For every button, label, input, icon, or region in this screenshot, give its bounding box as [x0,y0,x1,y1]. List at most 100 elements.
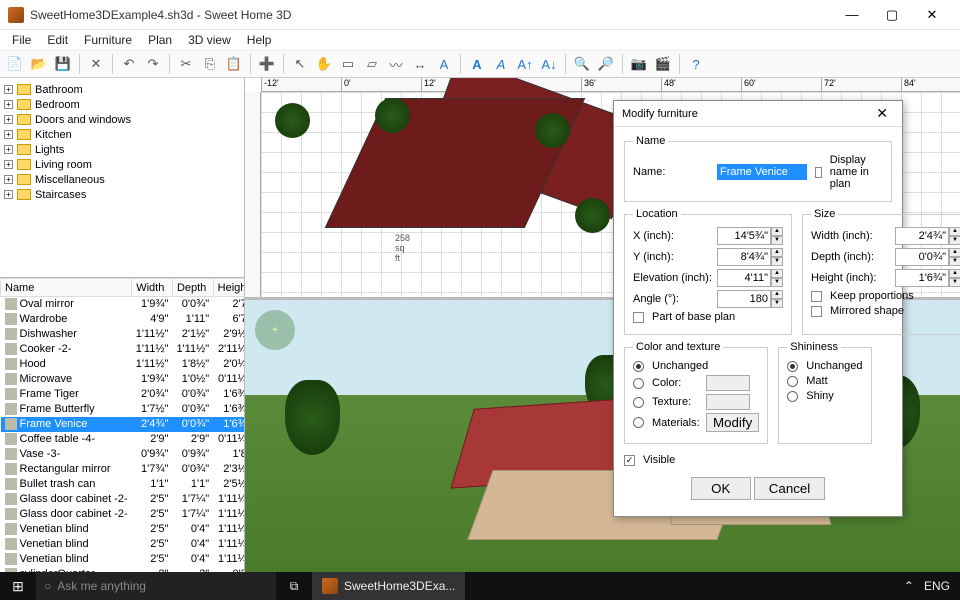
decrease-text-icon[interactable]: A↓ [538,53,560,75]
create-rooms-icon[interactable]: ▱ [361,53,383,75]
tree-node[interactable]: +Doors and windows [4,112,240,127]
keep-proportions-checkbox[interactable] [811,291,822,302]
create-text-icon[interactable]: A [433,53,455,75]
undo-icon[interactable]: ↶ [118,53,140,75]
col-name[interactable]: Name [1,279,132,297]
pan-icon[interactable]: ✋ [313,53,335,75]
tree-node[interactable]: +Living room [4,157,240,172]
table-row[interactable]: Bullet trash can1'1"1'1"2'5½"✓ [1,477,245,492]
expander-icon[interactable]: + [4,115,13,124]
task-view-icon[interactable]: ⧉ [276,579,312,594]
x-spinner[interactable]: ▲▼ [771,227,783,245]
start-button[interactable]: ⊞ [0,578,36,595]
tree-node[interactable]: +Staircases [4,187,240,202]
table-row[interactable]: Microwave1'9¾"1'0½"0'11¼"✓ [1,372,245,387]
texture-swatch-button[interactable] [706,394,750,410]
table-row[interactable]: Dishwasher1'11½"2'1½"2'9½"✓ [1,327,245,342]
dialog-close-icon[interactable]: ✕ [870,105,894,122]
table-row[interactable]: Venetian blind2'5"0'4"1'11¼"✓ [1,552,245,567]
menu-file[interactable]: File [4,31,39,49]
table-row[interactable]: Oval mirror1'9¾"0'0¾"2'7"✓ [1,297,245,312]
zoom-in-icon[interactable]: 🔍 [571,53,593,75]
table-row[interactable]: Frame Butterfly1'7½"0'0¾"1'6¾"✓ [1,402,245,417]
3d-navigation-control[interactable]: ✦ [255,310,295,350]
menu-furniture[interactable]: Furniture [76,31,140,49]
angle-spinner[interactable]: ▲▼ [771,290,783,308]
elevation-spinner[interactable]: ▲▼ [771,269,783,287]
table-row[interactable]: Vase -3-0'9¾"0'9¾"1'8"✓ [1,447,245,462]
expander-icon[interactable]: + [4,85,13,94]
ok-button[interactable]: OK [691,477,751,500]
base-plan-checkbox[interactable] [633,312,644,323]
table-row[interactable]: Venetian blind2'5"0'4"1'11¼"✓ [1,537,245,552]
tray-lang[interactable]: ENG [924,579,950,593]
shininess-unchanged-radio[interactable] [787,361,798,372]
expander-icon[interactable]: + [4,130,13,139]
menu-edit[interactable]: Edit [39,31,76,49]
furniture-list[interactable]: Name Width Depth Height Visible Oval mir… [0,278,244,572]
save-icon[interactable]: 💾 [52,53,74,75]
menu-plan[interactable]: Plan [140,31,180,49]
cut-icon[interactable]: ✂ [175,53,197,75]
tree-node[interactable]: +Kitchen [4,127,240,142]
table-row[interactable]: Frame Tiger2'0¾"0'0¾"1'6¾"✓ [1,387,245,402]
width-spinner[interactable]: ▲▼ [949,227,960,245]
paste-icon[interactable]: 📋 [223,53,245,75]
y-spinner[interactable]: ▲▼ [771,248,783,266]
open-icon[interactable]: 📂 [28,53,50,75]
create-dimensions-icon[interactable]: ↔ [409,53,431,75]
table-row[interactable]: Glass door cabinet -2-2'5"1'7¼"1'11¼"✓ [1,492,245,507]
height-input[interactable] [895,269,949,287]
cancel-button[interactable]: Cancel [754,477,826,500]
create-walls-icon[interactable]: ▭ [337,53,359,75]
shiny-radio[interactable] [787,391,798,402]
video-icon[interactable]: 🎬 [652,53,674,75]
minimize-button[interactable]: — [832,3,872,27]
expander-icon[interactable]: + [4,190,13,199]
expander-icon[interactable]: + [4,160,13,169]
new-icon[interactable]: 📄 [4,53,26,75]
matt-radio[interactable] [787,376,798,387]
width-input[interactable] [895,227,949,245]
col-depth[interactable]: Depth [172,279,213,297]
table-row[interactable]: Coffee table -4-2'9"2'9"0'11¼"✓ [1,432,245,447]
dialog-titlebar[interactable]: Modify furniture ✕ [614,101,902,127]
color-radio[interactable] [633,378,644,389]
text-italic-icon[interactable]: A [490,53,512,75]
y-input[interactable] [717,248,771,266]
color-swatch-button[interactable] [706,375,750,391]
expander-icon[interactable]: + [4,100,13,109]
col-width[interactable]: Width [132,279,173,297]
x-input[interactable] [717,227,771,245]
table-row[interactable]: Cooker -2-1'11½"1'11½"2'11¼"✓ [1,342,245,357]
height-spinner[interactable]: ▲▼ [949,269,960,287]
menu-3dview[interactable]: 3D view [180,31,239,49]
close-window-button[interactable]: ✕ [912,3,952,27]
visible-checkbox[interactable]: ✓ [624,455,635,466]
table-row[interactable]: Frame Venice2'4¾"0'0¾"1'6¾"✓ [1,417,245,432]
angle-input[interactable] [717,290,771,308]
mirrored-checkbox[interactable] [811,306,822,317]
tray-chevron-icon[interactable]: ⌃ [904,579,914,593]
tree-node[interactable]: +Lights [4,142,240,157]
tree-node[interactable]: +Bedroom [4,97,240,112]
expander-icon[interactable]: + [4,145,13,154]
table-row[interactable]: Rectangular mirror1'7¾"0'0¾"2'3½"✓ [1,462,245,477]
table-row[interactable]: Wardrobe4'9"1'11"6'7"✓ [1,312,245,327]
col-height[interactable]: Height [213,279,244,297]
select-icon[interactable]: ↖ [289,53,311,75]
modify-materials-button[interactable]: Modify [706,413,759,432]
table-row[interactable]: Glass door cabinet -2-2'5"1'7¼"1'11¼"✓ [1,507,245,522]
taskbar-app-item[interactable]: SweetHome3DExa... [312,572,465,600]
copy-icon[interactable]: ⎘ [199,53,221,75]
preferences-icon[interactable]: ✕ [85,53,107,75]
photo-icon[interactable]: 📷 [628,53,650,75]
elevation-input[interactable] [717,269,771,287]
depth-spinner[interactable]: ▲▼ [949,248,960,266]
text-bold-icon[interactable]: A [466,53,488,75]
unchanged-radio[interactable] [633,361,644,372]
tree-node[interactable]: +Miscellaneous [4,172,240,187]
catalog-tree[interactable]: +Bathroom+Bedroom+Doors and windows+Kitc… [0,78,244,278]
expander-icon[interactable]: + [4,175,13,184]
display-name-checkbox[interactable] [815,167,822,178]
